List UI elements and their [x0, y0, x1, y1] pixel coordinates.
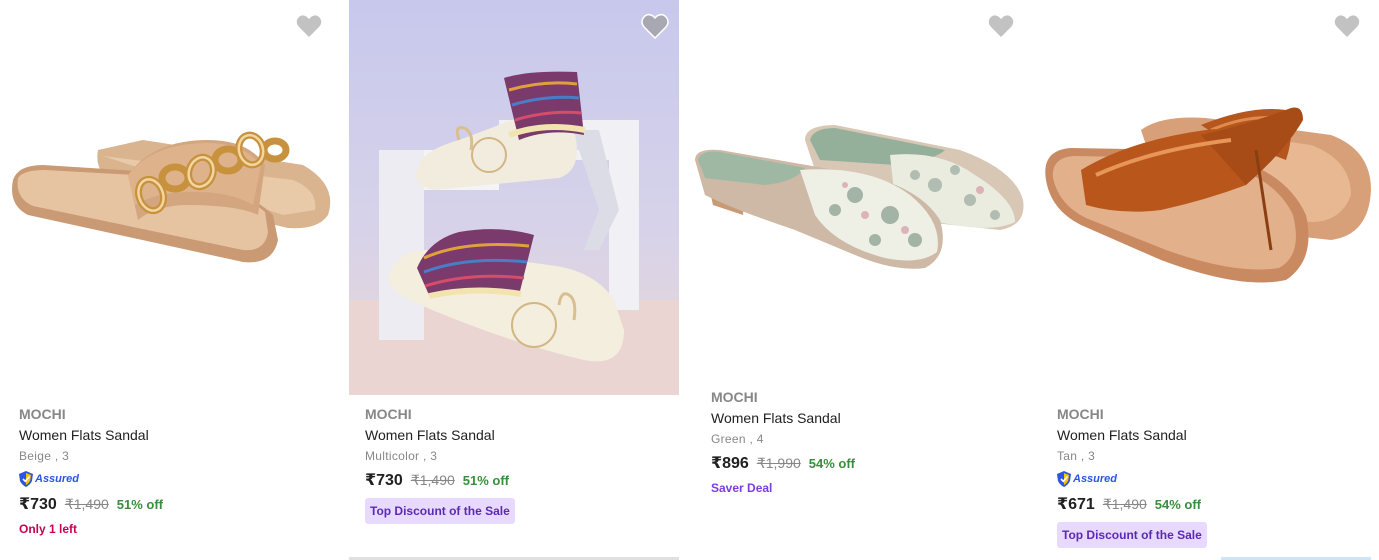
- assured-badge: Assured: [19, 470, 323, 488]
- product-title[interactable]: Women Flats Sandal: [711, 408, 1015, 428]
- product-card[interactable]: MOCHI Women Flats Sandal Tan , 3 Assured…: [1041, 0, 1371, 560]
- product-title[interactable]: Women Flats Sandal: [365, 425, 669, 445]
- shield-icon: [1057, 471, 1071, 487]
- product-card[interactable]: MOCHI Women Flats Sandal Multicolor , 3 …: [349, 0, 679, 560]
- selling-price: ₹730: [365, 472, 403, 489]
- selling-price: ₹671: [1057, 496, 1095, 513]
- discount-percent: 51% off: [462, 473, 510, 488]
- price-row: ₹896 ₹1,990 54% off: [711, 453, 1015, 473]
- discount-percent: 54% off: [1154, 497, 1202, 512]
- product-title[interactable]: Women Flats Sandal: [1057, 425, 1361, 445]
- sandal-image-multicolor: [349, 71, 679, 395]
- product-image[interactable]: [349, 0, 679, 395]
- product-card[interactable]: MOCHI Women Flats Sandal Beige , 3 Assur…: [3, 0, 333, 560]
- deal-tag: Saver Deal: [711, 481, 773, 495]
- offer-tag: Top Discount of the Sale: [1057, 522, 1207, 548]
- heart-icon[interactable]: [641, 13, 669, 39]
- product-variant: Beige , 3: [19, 449, 70, 463]
- assured-label: Assured: [1073, 473, 1118, 485]
- brand-name: MOCHI: [711, 389, 758, 405]
- product-image[interactable]: [3, 0, 333, 380]
- sandal-image-tan: [1045, 107, 1371, 283]
- selling-price: ₹730: [19, 496, 57, 513]
- product-info: MOCHI Women Flats Sandal Multicolor , 3 …: [365, 405, 669, 524]
- original-price: ₹1,990: [756, 455, 801, 471]
- original-price: ₹1,490: [410, 472, 455, 488]
- heart-icon[interactable]: [987, 13, 1015, 39]
- product-info: MOCHI Women Flats Sandal Tan , 3 Assured…: [1057, 405, 1361, 548]
- brand-name: MOCHI: [365, 406, 412, 422]
- original-price: ₹1,490: [1102, 496, 1147, 512]
- product-title[interactable]: Women Flats Sandal: [19, 425, 323, 445]
- brand-name: MOCHI: [19, 406, 66, 422]
- product-variant: Green , 4: [711, 432, 764, 446]
- original-price: ₹1,490: [64, 496, 109, 512]
- price-row: ₹730 ₹1,490 51% off: [19, 494, 323, 514]
- price-row: ₹671 ₹1,490 54% off: [1057, 494, 1361, 514]
- brand-name: MOCHI: [1057, 406, 1104, 422]
- product-variant: Multicolor , 3: [365, 449, 438, 463]
- sandal-image-beige: [12, 131, 331, 263]
- product-card[interactable]: MOCHI Women Flats Sandal Green , 4 ₹896 …: [695, 0, 1025, 560]
- discount-percent: 54% off: [808, 456, 856, 471]
- offer-tag: Top Discount of the Sale: [365, 498, 515, 524]
- assured-badge: Assured: [1057, 470, 1361, 488]
- sandal-image-green: [695, 125, 1024, 269]
- discount-percent: 51% off: [116, 497, 164, 512]
- price-row: ₹730 ₹1,490 51% off: [365, 470, 669, 490]
- product-variant: Tan , 3: [1057, 449, 1096, 463]
- product-info: MOCHI Women Flats Sandal Beige , 3 Assur…: [19, 405, 323, 536]
- heart-icon[interactable]: [295, 13, 323, 39]
- shield-icon: [19, 471, 33, 487]
- stock-tag: Only 1 left: [19, 522, 78, 536]
- product-image[interactable]: [695, 0, 1025, 370]
- assured-label: Assured: [35, 473, 80, 485]
- product-image[interactable]: [1041, 0, 1371, 380]
- heart-icon[interactable]: [1333, 13, 1361, 39]
- product-info: MOCHI Women Flats Sandal Green , 4 ₹896 …: [711, 388, 1015, 495]
- selling-price: ₹896: [711, 455, 749, 472]
